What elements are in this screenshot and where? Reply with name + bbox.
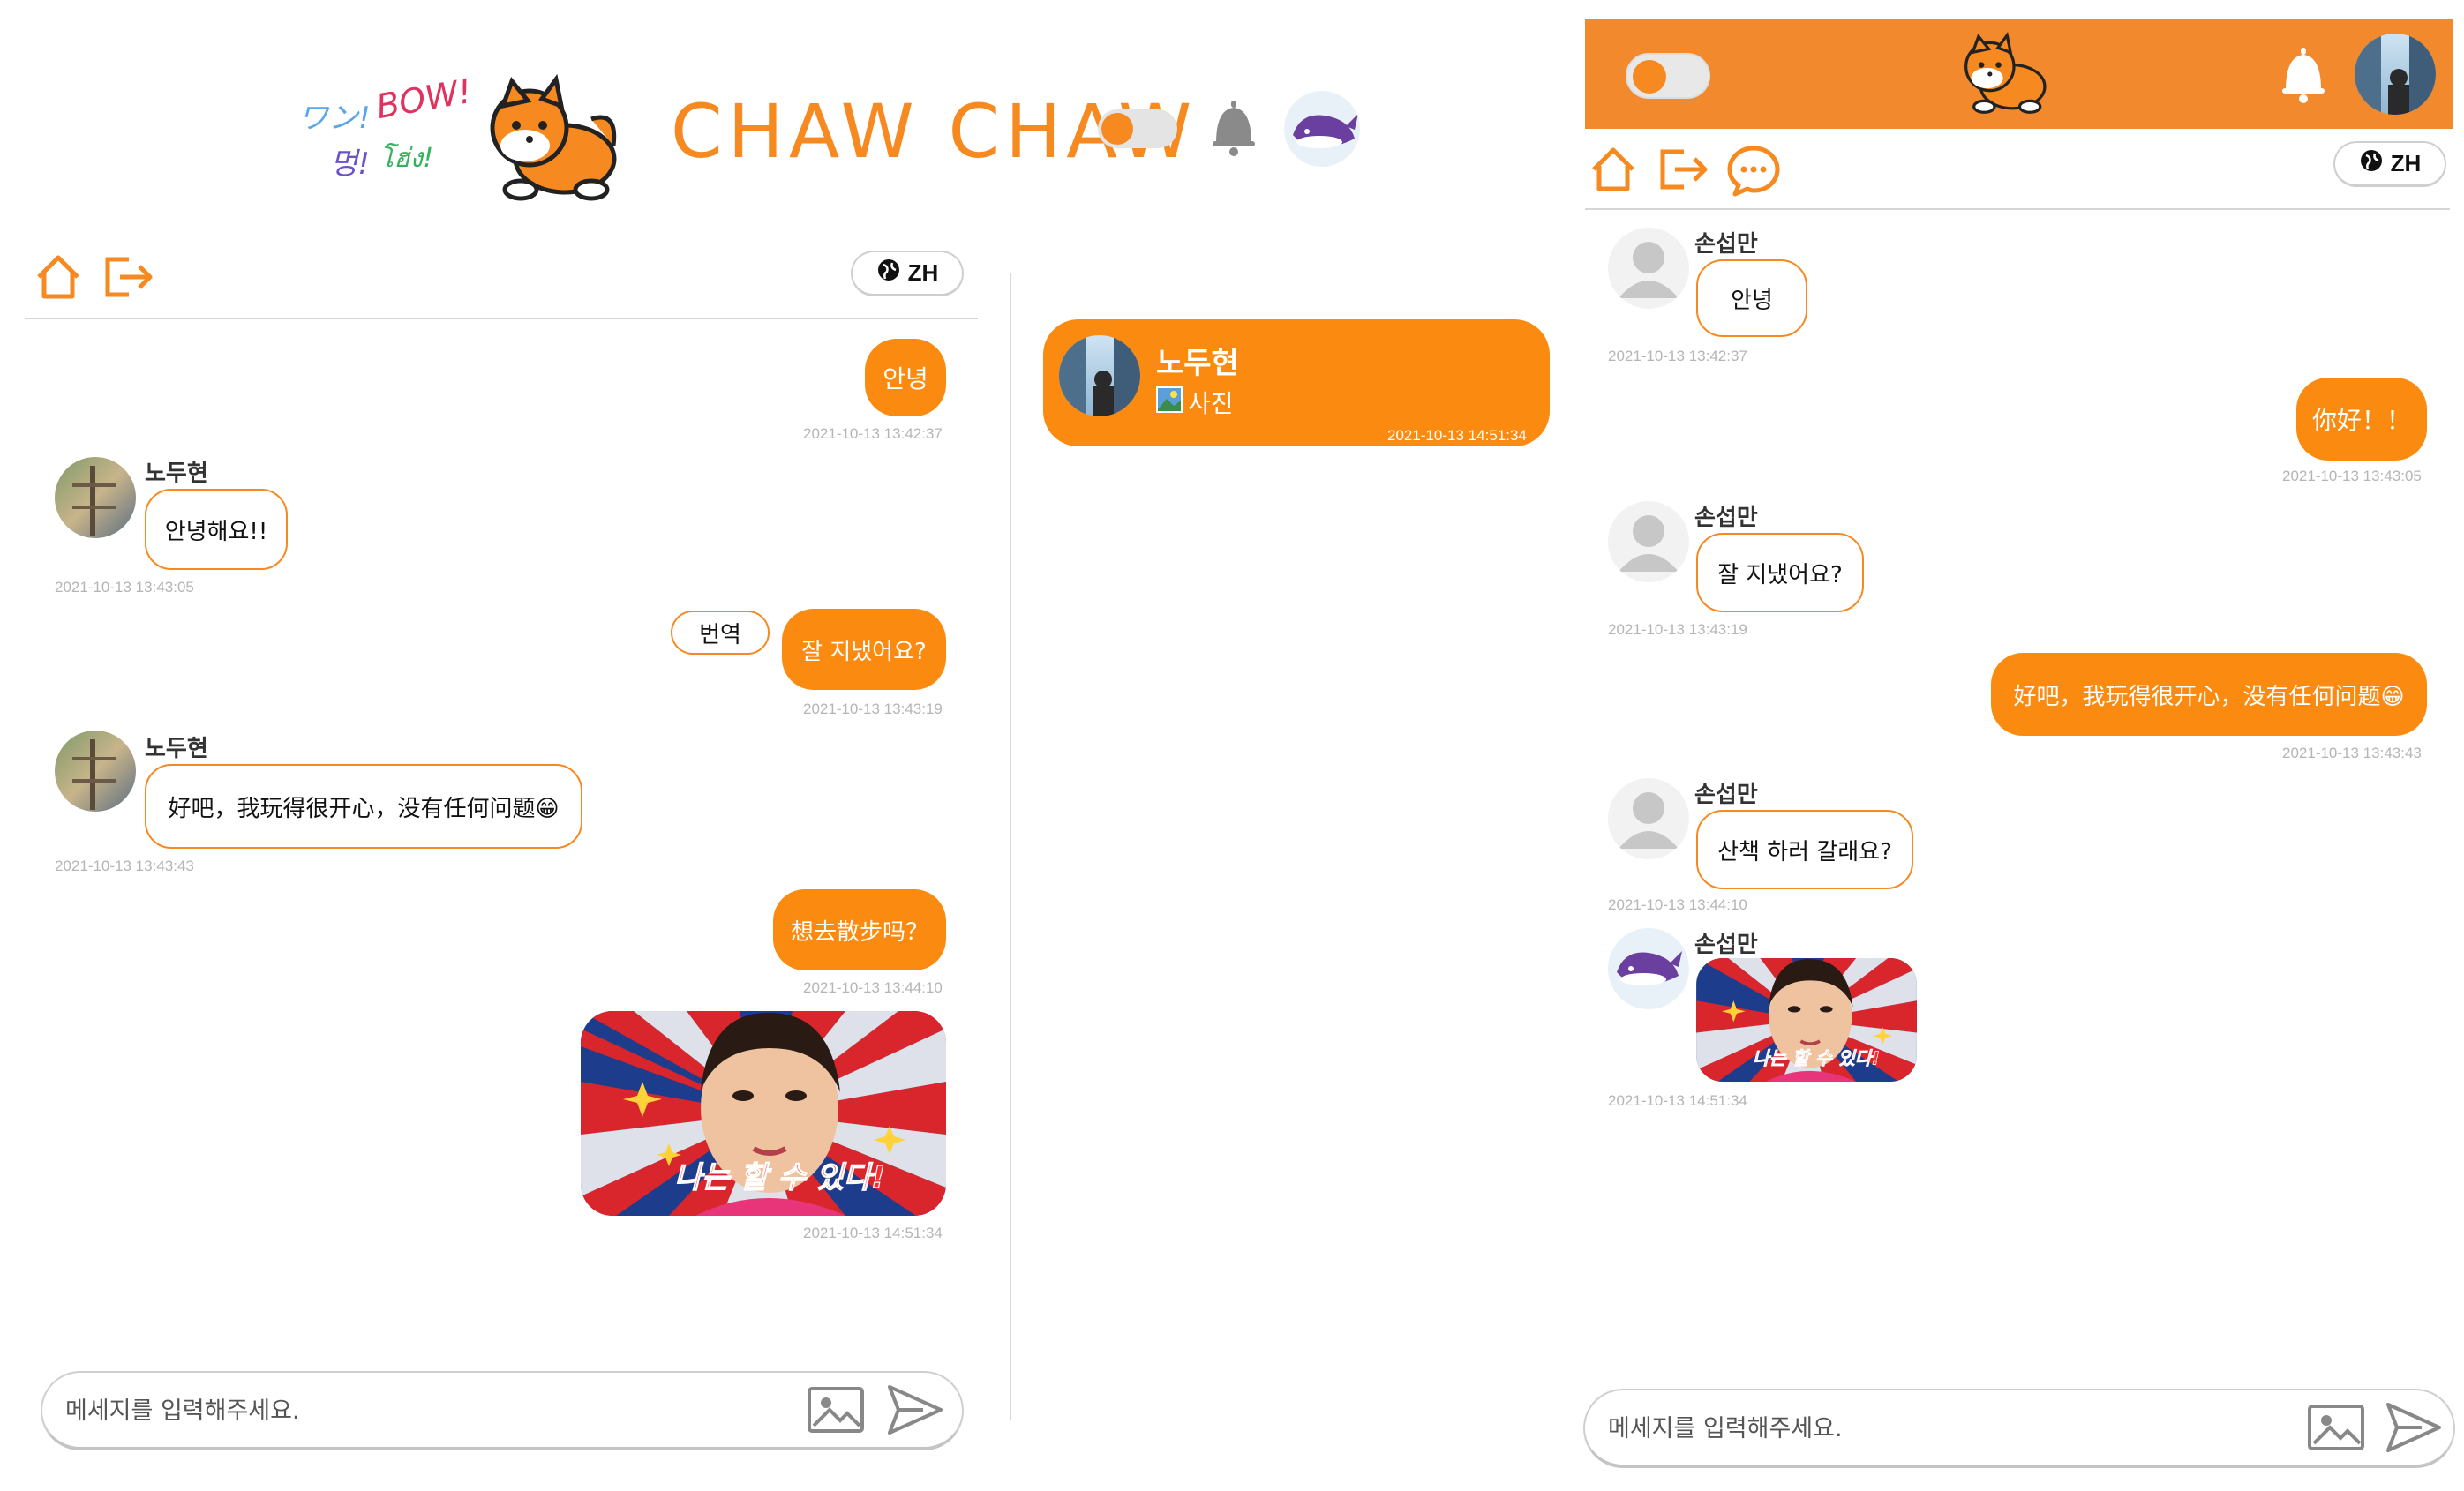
chat-list-item[interactable]: 노두현 사진 2021-10-13 14:51:34 — [1043, 319, 1550, 446]
sender-name: 노두현 — [145, 736, 208, 762]
header-divider — [1585, 208, 2450, 210]
message-bubble-received[interactable]: 산책 하러 갈래요? — [1696, 810, 1913, 889]
default-avatar-icon[interactable] — [1608, 228, 1689, 309]
message-image[interactable]: 나는 할 수 있다! — [1696, 958, 1917, 1082]
toggle-knob — [1101, 113, 1133, 145]
message-time: 2021-10-13 13:44:10 — [803, 979, 943, 996]
message-image[interactable]: 나는 할 수 있다! — [581, 1011, 946, 1216]
language-label: ZH — [907, 259, 939, 286]
header-divider — [25, 318, 978, 319]
image-caption-text: 나는 할 수 있다! — [1753, 1048, 1880, 1069]
message-bubble-sent[interactable]: 你好！！ — [2296, 378, 2427, 461]
greeting-word-ko: 멍! — [330, 146, 370, 182]
greeting-word-ja: ワン! — [298, 101, 371, 136]
send-icon[interactable] — [886, 1382, 944, 1438]
message-time: 2021-10-13 13:42:37 — [1608, 348, 1747, 364]
bell-icon[interactable] — [1207, 99, 1260, 157]
sender-avatar[interactable] — [55, 457, 136, 538]
message-bubble-sent[interactable]: 안녕 — [865, 339, 946, 416]
chat-partner-avatar — [1059, 335, 1140, 416]
theme-toggle[interactable] — [1098, 109, 1177, 148]
logout-icon[interactable] — [102, 254, 155, 300]
default-avatar-icon[interactable] — [1608, 501, 1689, 582]
message-time: 2021-10-13 14:51:34 — [1608, 1092, 1747, 1109]
greeting-word-th: โฮ่ง! — [379, 143, 434, 174]
shiba-dog-logo[interactable] — [477, 71, 627, 203]
chat-time: 2021-10-13 14:51:34 — [1387, 427, 1527, 444]
photo-icon — [1156, 386, 1183, 419]
message-bubble-sent[interactable]: 잘 지냈어요? — [782, 609, 946, 690]
translate-button[interactable]: 번역 — [671, 611, 770, 655]
chat-preview: 사진 — [1156, 385, 1234, 420]
bell-icon[interactable] — [2277, 46, 2330, 104]
chat-icon[interactable] — [1726, 143, 1781, 198]
message-input-bar — [41, 1371, 964, 1450]
sender-name: 손섭만 — [1694, 231, 1758, 258]
sender-avatar[interactable] — [55, 731, 136, 812]
language-selector[interactable]: ZH — [2333, 141, 2446, 187]
image-caption-text: 나는 할 수 있다! — [674, 1160, 885, 1195]
message-time: 2021-10-13 13:42:37 — [803, 425, 943, 442]
image-upload-icon[interactable] — [807, 1385, 865, 1435]
message-time: 2021-10-13 13:44:10 — [1608, 896, 1747, 913]
message-time: 2021-10-13 13:43:43 — [55, 858, 194, 874]
default-avatar-icon[interactable] — [1608, 778, 1689, 859]
message-bubble-received[interactable]: 안녕해요!! — [145, 489, 288, 570]
message-bubble-received[interactable]: 잘 지냈어요? — [1696, 533, 1864, 612]
message-bubble-sent[interactable]: 好吧，我玩得很开心，没有任何问题😁 — [1991, 653, 2427, 736]
toggle-knob — [1633, 60, 1666, 94]
message-time: 2021-10-13 14:51:34 — [803, 1225, 943, 1241]
message-bubble-sent[interactable]: 想去散步吗？ — [773, 889, 946, 970]
globe-icon — [876, 258, 901, 288]
sender-name: 노두현 — [145, 461, 208, 487]
profile-avatar[interactable] — [2355, 34, 2436, 115]
sender-name: 손섭만 — [1694, 505, 1758, 531]
whale-avatar[interactable] — [1281, 88, 1363, 169]
message-bubble-received[interactable]: 好吧，我玩得很开心，没有任何问题😁 — [145, 764, 582, 849]
message-time: 2021-10-13 13:43:43 — [2282, 745, 2422, 761]
greeting-word-en: BOW! — [373, 71, 475, 127]
message-time: 2021-10-13 13:43:19 — [803, 701, 943, 717]
message-time: 2021-10-13 13:43:19 — [1608, 621, 1747, 638]
message-time: 2021-10-13 13:43:05 — [55, 579, 194, 596]
language-selector[interactable]: ZH — [851, 251, 964, 296]
sender-name: 손섭만 — [1694, 782, 1758, 808]
message-time: 2021-10-13 13:43:05 — [2282, 468, 2422, 484]
send-icon[interactable] — [2385, 1399, 2443, 1456]
message-bubble-received[interactable]: 안녕 — [1696, 259, 1807, 337]
logout-icon[interactable] — [1657, 146, 1710, 192]
panel-divider — [1010, 273, 1011, 1420]
greeting-logo: ワン! BOW! 멍! โฮ่ง! — [291, 71, 475, 203]
mobile-header — [1585, 19, 2453, 129]
home-icon[interactable] — [1589, 145, 1638, 194]
globe-icon — [2359, 148, 2384, 179]
message-input-bar — [1583, 1389, 2455, 1468]
chat-preview-text: 사진 — [1188, 389, 1234, 418]
chat-partner-name: 노두현 — [1156, 346, 1239, 381]
home-icon[interactable] — [34, 252, 83, 302]
message-input[interactable] — [65, 1392, 771, 1429]
whale-avatar[interactable] — [1608, 928, 1689, 1009]
theme-toggle[interactable] — [1626, 53, 1710, 99]
image-upload-icon[interactable] — [2307, 1403, 2365, 1452]
message-input[interactable] — [1608, 1410, 2279, 1447]
language-label: ZH — [2390, 150, 2422, 176]
sender-name: 손섭만 — [1694, 932, 1758, 958]
shiba-dog-logo[interactable] — [1956, 28, 2053, 116]
